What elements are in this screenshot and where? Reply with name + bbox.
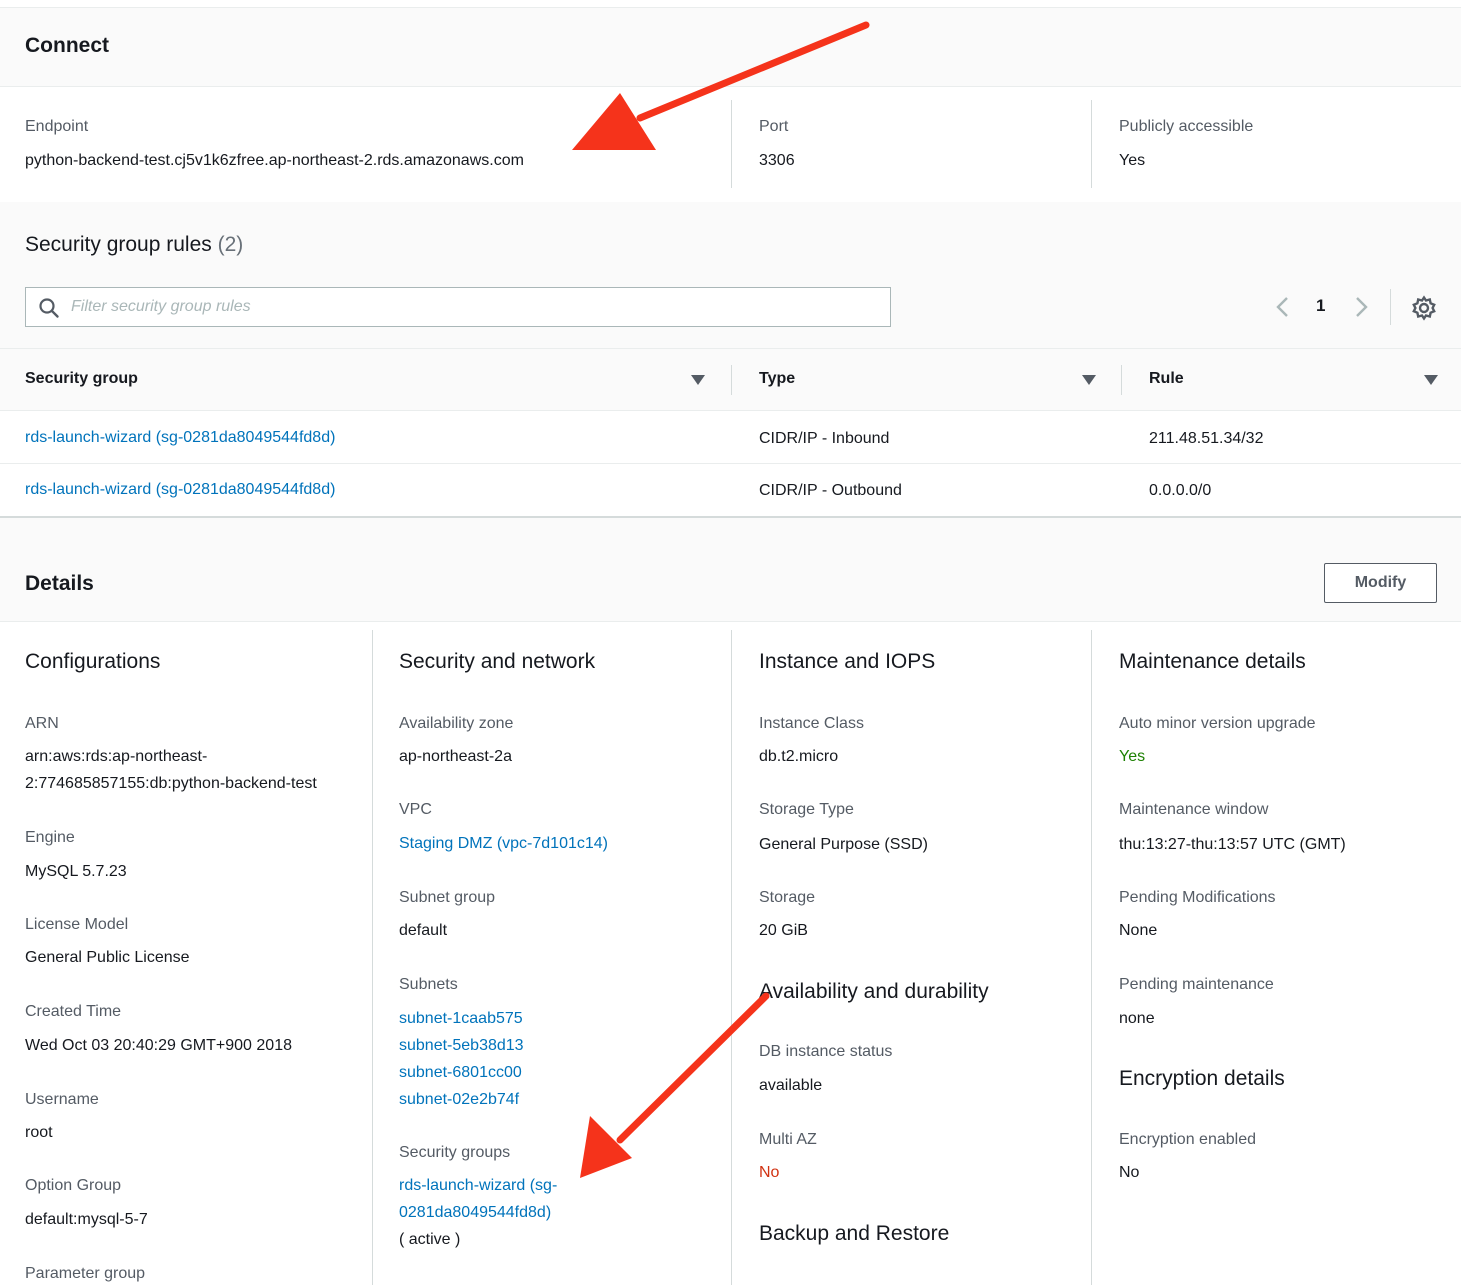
arn-value-line-2: 2:774685857155:db:python-backend-test — [25, 775, 317, 792]
security-group-rules-count: (2) — [217, 233, 244, 256]
connect-header: Connect — [0, 8, 1461, 87]
created-time-value: Wed Oct 03 20:40:29 GMT+900 2018 — [25, 1037, 292, 1054]
column-divider — [1091, 630, 1092, 1285]
port-label: Port — [759, 118, 789, 135]
db-instance-status-value: available — [759, 1077, 823, 1094]
engine-label: Engine — [25, 829, 75, 846]
sort-caret-icon[interactable] — [691, 374, 705, 386]
instance-class-value: db.t2.micro — [759, 748, 839, 765]
multi-az-label: Multi AZ — [759, 1131, 817, 1148]
security-group-rules-title: Security group rules (2) — [25, 233, 243, 257]
storage-type-label: Storage Type — [759, 801, 854, 818]
pending-maintenance-value: none — [1119, 1010, 1155, 1027]
instance-iops-heading: Instance and IOPS — [759, 650, 936, 673]
search-icon — [39, 298, 59, 318]
column-divider — [731, 365, 732, 395]
created-time-label: Created Time — [25, 1003, 122, 1020]
rule-type-cell: CIDR/IP - Outbound — [759, 482, 902, 499]
details-header — [0, 518, 1461, 622]
username-value: root — [25, 1124, 53, 1141]
column-divider — [372, 630, 373, 1285]
publicly-accessible-label: Publicly accessible — [1119, 118, 1254, 135]
storage-value: 20 GiB — [759, 922, 808, 939]
endpoint-label: Endpoint — [25, 118, 89, 135]
license-model-label: License Model — [25, 916, 129, 933]
filter-security-group-rules-input[interactable] — [71, 293, 871, 321]
chevron-right-icon[interactable] — [1350, 292, 1374, 322]
subnet-link[interactable]: subnet-1caab575 — [399, 1005, 523, 1032]
arn-value-line-1: arn:aws:rds:ap-northeast- — [25, 748, 208, 765]
parameter-group-label: Parameter group — [25, 1265, 146, 1282]
column-header-type[interactable]: Type — [759, 370, 795, 388]
option-group-label: Option Group — [25, 1177, 122, 1194]
backup-restore-heading: Backup and Restore — [759, 1222, 950, 1245]
gear-icon[interactable] — [1411, 295, 1437, 321]
filter-search-box[interactable] — [25, 287, 891, 327]
vpc-link[interactable]: Staging DMZ (vpc-7d101c14) — [399, 830, 608, 857]
security-group-rules-heading: Security group rules — [25, 233, 212, 256]
connect-title: Connect — [25, 34, 109, 57]
pending-modifications-label: Pending Modifications — [1119, 889, 1276, 906]
storage-label: Storage — [759, 889, 816, 906]
auto-minor-upgrade-label: Auto minor version upgrade — [1119, 715, 1316, 732]
pager-divider — [1390, 289, 1391, 325]
instance-class-label: Instance Class — [759, 715, 864, 732]
security-network-heading: Security and network — [399, 650, 596, 673]
storage-type-value: General Purpose (SSD) — [759, 836, 928, 853]
arn-label: ARN — [25, 715, 59, 732]
chevron-left-icon[interactable] — [1270, 292, 1294, 322]
encryption-heading: Encryption details — [1119, 1067, 1285, 1090]
pending-modifications-value: None — [1119, 922, 1158, 939]
availability-zone-value: ap-northeast-2a — [399, 748, 512, 765]
engine-value: MySQL 5.7.23 — [25, 863, 127, 880]
security-group-link[interactable]: rds-launch-wizard (sg-0281da8049544fd8d) — [25, 429, 335, 447]
availability-zone-label: Availability zone — [399, 715, 514, 732]
subnet-link[interactable]: subnet-6801cc00 — [399, 1059, 522, 1086]
username-label: Username — [25, 1091, 99, 1108]
column-header-rule[interactable]: Rule — [1149, 370, 1184, 388]
license-model-value: General Public License — [25, 949, 190, 966]
endpoint-value: python-backend-test.cj5v1k6zfree.ap-nort… — [25, 152, 524, 169]
rule-type-cell: CIDR/IP - Inbound — [759, 430, 890, 447]
db-instance-status-label: DB instance status — [759, 1043, 893, 1060]
security-group-link-continued[interactable]: 0281da8049544fd8d) — [399, 1199, 551, 1226]
publicly-accessible-value: Yes — [1119, 152, 1146, 169]
option-group-value: default:mysql-5-7 — [25, 1211, 148, 1228]
subnets-label: Subnets — [399, 976, 458, 993]
column-header-security-group[interactable]: Security group — [25, 370, 138, 388]
modify-button[interactable]: Modify — [1324, 563, 1437, 603]
subnet-group-value: default — [399, 922, 448, 939]
encryption-enabled-value: No — [1119, 1164, 1140, 1181]
maintenance-window-label: Maintenance window — [1119, 801, 1269, 818]
page-number[interactable]: 1 — [1316, 296, 1325, 316]
multi-az-value: No — [759, 1164, 780, 1181]
maintenance-window-value: thu:13:27-thu:13:57 UTC (GMT) — [1119, 836, 1346, 853]
rule-cidr-cell: 0.0.0.0/0 — [1149, 482, 1212, 499]
security-groups-label: Security groups — [399, 1144, 511, 1161]
subnet-link[interactable]: subnet-5eb38d13 — [399, 1032, 524, 1059]
annotation-arrow-security-group — [580, 992, 770, 1178]
encryption-enabled-label: Encryption enabled — [1119, 1131, 1256, 1148]
subnet-group-label: Subnet group — [399, 889, 496, 906]
rule-cidr-cell: 211.48.51.34/32 — [1149, 430, 1264, 447]
column-divider — [731, 100, 732, 188]
column-divider — [731, 630, 732, 1285]
top-strip — [0, 0, 1461, 8]
column-divider — [1091, 100, 1092, 188]
sort-caret-icon[interactable] — [1424, 374, 1438, 386]
security-group-link[interactable]: rds-launch-wizard (sg- — [399, 1172, 557, 1199]
subnet-link[interactable]: subnet-02e2b74f — [399, 1086, 519, 1113]
configurations-heading: Configurations — [25, 650, 161, 673]
details-title: Details — [25, 572, 94, 595]
security-group-link[interactable]: rds-launch-wizard (sg-0281da8049544fd8d) — [25, 481, 335, 499]
vpc-label: VPC — [399, 801, 432, 818]
sort-caret-icon[interactable] — [1082, 374, 1096, 386]
availability-durability-heading: Availability and durability — [759, 980, 989, 1003]
maintenance-heading: Maintenance details — [1119, 650, 1306, 673]
auto-minor-upgrade-value: Yes — [1119, 748, 1146, 765]
port-value: 3306 — [759, 152, 795, 169]
pending-maintenance-label: Pending maintenance — [1119, 976, 1274, 993]
security-group-status: ( active ) — [399, 1231, 461, 1248]
column-divider — [1121, 365, 1122, 395]
